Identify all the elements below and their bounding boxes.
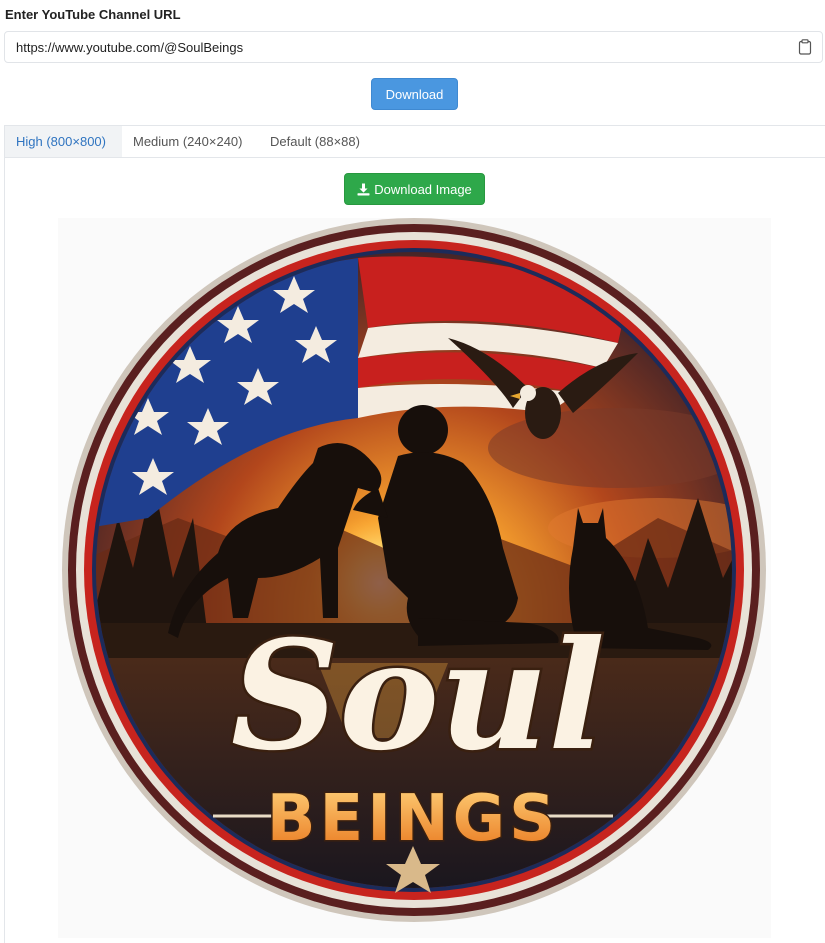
download-image-label: Download Image <box>374 181 472 197</box>
download-icon <box>357 183 370 195</box>
tab-medium[interactable]: Medium (240×240) <box>122 126 259 157</box>
clipboard-icon[interactable] <box>798 39 812 55</box>
url-label: Enter YouTube Channel URL <box>5 7 181 22</box>
download-image-button[interactable]: Download Image <box>344 173 485 205</box>
tab-high[interactable]: High (800×800) <box>5 126 122 157</box>
logo-block-text: BEINGS <box>267 782 560 856</box>
url-field[interactable] <box>4 31 823 63</box>
download-button[interactable]: Download <box>371 78 458 110</box>
logo-script-text: Soul <box>231 608 605 784</box>
url-input[interactable] <box>5 32 785 62</box>
resolution-tabs: High (800×800) Medium (240×240) Default … <box>4 125 825 158</box>
tab-default[interactable]: Default (88×88) <box>259 126 389 157</box>
channel-avatar-image: Soul BEINGS <box>58 218 771 938</box>
